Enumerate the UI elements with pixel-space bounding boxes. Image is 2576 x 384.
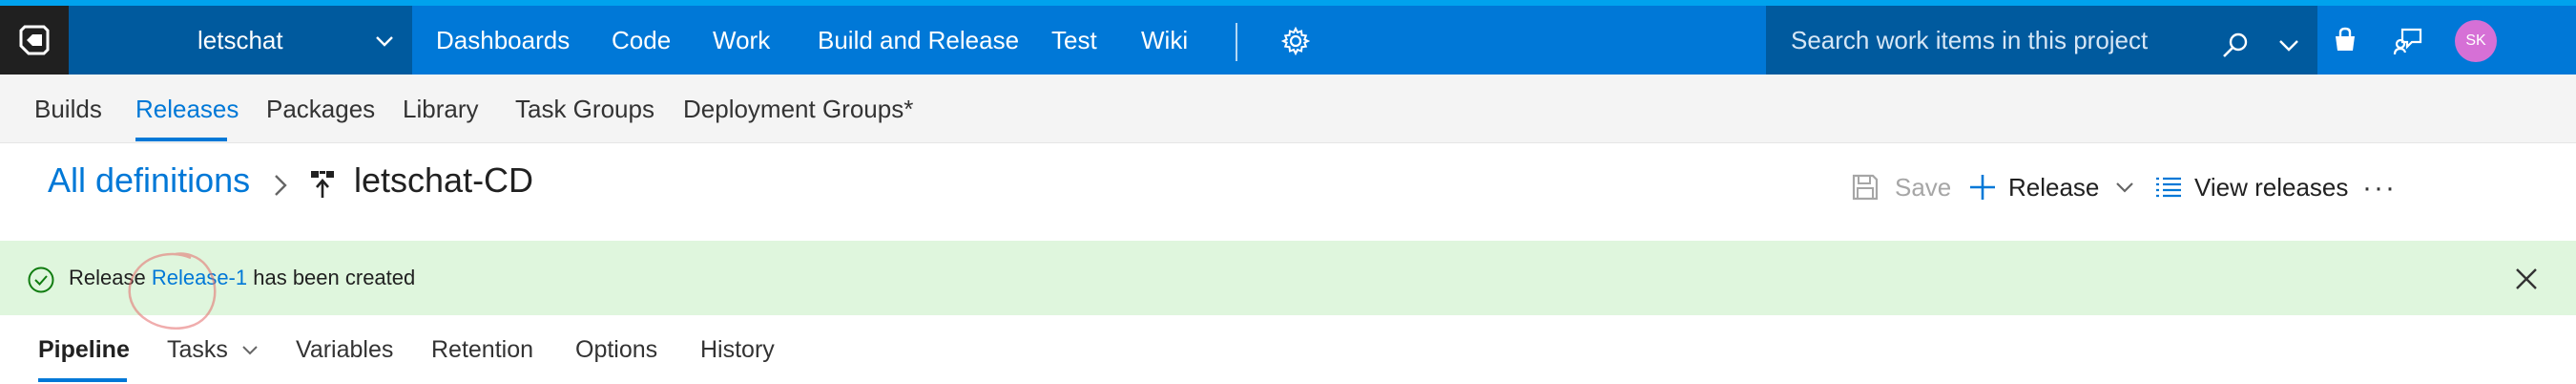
chevron-down-icon — [376, 36, 393, 47]
marketplace-bag-icon[interactable] — [2332, 27, 2358, 53]
tab-tasks-label: Tasks — [167, 336, 228, 363]
tab-history[interactable]: History — [700, 336, 775, 364]
subnav-task-groups[interactable]: Task Groups — [515, 75, 654, 143]
subnav-builds[interactable]: Builds — [34, 75, 102, 143]
nav-build-and-release[interactable]: Build and Release — [818, 6, 1019, 75]
more-actions-button[interactable]: ··· — [2362, 172, 2397, 204]
tab-options[interactable]: Options — [575, 336, 657, 364]
release-definition-icon — [311, 171, 334, 198]
view-releases-button[interactable]: View releases — [2154, 170, 2348, 204]
subnav-releases[interactable]: Releases — [135, 75, 239, 143]
tab-tasks[interactable]: Tasks — [167, 336, 260, 364]
vsts-logo-icon[interactable] — [0, 6, 69, 75]
search-input[interactable] — [1791, 21, 2211, 59]
success-message-bar: Release Release-1 has been created — [0, 241, 2576, 315]
gear-icon[interactable] — [1281, 27, 1310, 55]
list-icon — [2156, 177, 2181, 198]
breadcrumb-all-definitions[interactable]: All definitions — [48, 160, 250, 201]
plus-icon — [1970, 175, 1995, 200]
nav-divider — [1236, 23, 1237, 61]
subnav-packages[interactable]: Packages — [266, 75, 375, 143]
feedback-icon[interactable] — [2393, 27, 2423, 55]
message-suffix: has been created — [247, 266, 416, 289]
project-selector[interactable]: letschat — [69, 6, 412, 75]
tab-pipeline[interactable]: Pipeline — [38, 336, 130, 364]
release-button[interactable]: Release — [1968, 170, 2135, 204]
handdrawn-circle-annotation — [128, 252, 217, 330]
nav-code[interactable]: Code — [612, 6, 671, 75]
save-label: Save — [1895, 172, 1952, 202]
tab-variables[interactable]: Variables — [296, 336, 393, 364]
subnav-active-indicator — [135, 138, 227, 141]
avatar[interactable]: SK — [2455, 20, 2497, 62]
close-icon[interactable] — [2515, 267, 2538, 290]
save-button[interactable]: Save — [1851, 170, 1951, 204]
message-text: Release Release-1 has been created — [69, 264, 415, 292]
search-icon[interactable] — [2221, 31, 2250, 59]
sub-nav-bar: Builds Releases Packages Library Task Gr… — [0, 75, 2576, 143]
nav-work[interactable]: Work — [713, 6, 770, 75]
project-name: letschat — [197, 25, 283, 54]
nav-test[interactable]: Test — [1051, 6, 1097, 75]
subnav-library[interactable]: Library — [403, 75, 478, 143]
save-icon — [1852, 174, 1879, 201]
chevron-right-icon — [275, 175, 287, 196]
page-title: letschat-CD — [354, 160, 534, 200]
chevron-down-icon — [2116, 182, 2134, 193]
nav-dashboards[interactable]: Dashboards — [436, 6, 570, 75]
chevron-down-icon — [242, 346, 258, 355]
check-circle-icon — [28, 267, 54, 293]
tab-active-indicator — [38, 378, 127, 382]
search-box — [1766, 6, 2317, 75]
chevron-down-icon[interactable] — [2276, 37, 2301, 54]
nav-wiki[interactable]: Wiki — [1141, 6, 1188, 75]
release-label: Release — [2008, 172, 2100, 202]
tab-retention[interactable]: Retention — [431, 336, 533, 364]
subnav-deployment-groups[interactable]: Deployment Groups* — [683, 75, 913, 143]
view-releases-label: View releases — [2194, 172, 2349, 202]
